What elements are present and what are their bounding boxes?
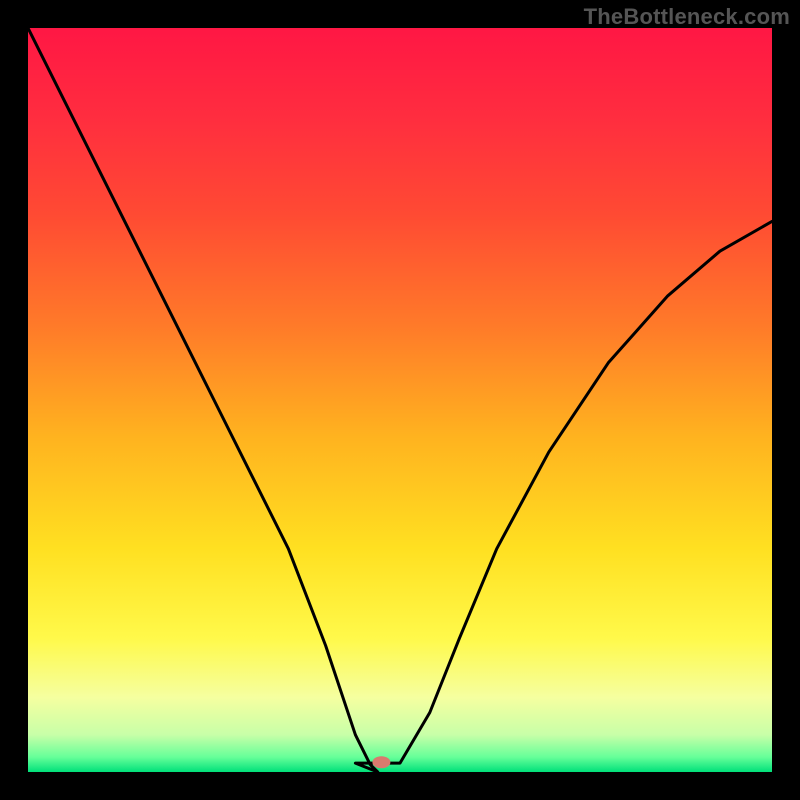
chart-frame: TheBottleneck.com	[0, 0, 800, 800]
gradient-background	[28, 28, 772, 772]
bottleneck-chart	[28, 28, 772, 772]
optimal-point-marker	[372, 756, 390, 768]
watermark-text: TheBottleneck.com	[584, 4, 790, 30]
